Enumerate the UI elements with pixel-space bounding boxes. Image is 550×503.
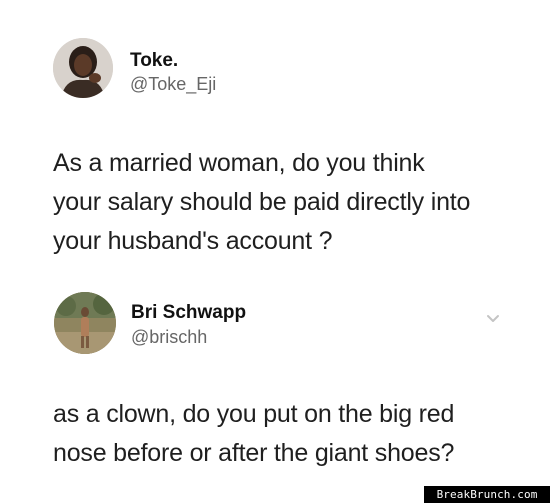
site-watermark: BreakBrunch.com	[424, 486, 550, 503]
avatar[interactable]	[54, 292, 116, 354]
tweet-bri-schwapp: Bri Schwapp @brischh as a clown, do you …	[0, 265, 550, 503]
display-name[interactable]: Toke.	[130, 50, 178, 72]
profile-photo-woman	[53, 38, 113, 98]
user-handle[interactable]: @Toke_Eji	[130, 74, 216, 95]
tweet-toke: Toke. @Toke_Eji As a married woman, do y…	[0, 0, 550, 265]
display-name[interactable]: Bri Schwapp	[131, 302, 246, 324]
profile-photo-outdoor	[54, 292, 116, 354]
chevron-down-icon[interactable]	[486, 314, 500, 324]
tweet-text: As a married woman, do you think your sa…	[53, 144, 470, 261]
tweet-text-line: as a clown, do you put on the big red	[53, 400, 455, 428]
tweet-text-line: your husband's account ?	[53, 227, 333, 255]
tweet-text-line: As a married woman, do you think	[53, 149, 425, 177]
avatar[interactable]	[53, 38, 113, 98]
tweet-text-line: your salary should be paid directly into	[53, 188, 471, 216]
tweet-text-line: nose before or after the giant shoes?	[53, 439, 455, 467]
user-handle[interactable]: @brischh	[131, 327, 207, 348]
tweet-text: as a clown, do you put on the big red no…	[53, 395, 454, 473]
